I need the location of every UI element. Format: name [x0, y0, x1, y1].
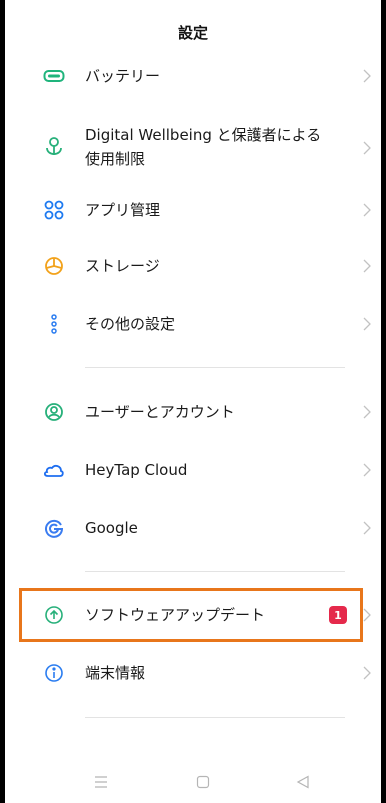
- settings-item-label: Google: [85, 519, 138, 537]
- chevron-right-icon: [361, 404, 373, 420]
- chevron-right-icon: [361, 68, 373, 84]
- section-divider: [85, 717, 345, 718]
- chevron-right-icon: [361, 665, 373, 681]
- cloud-icon: [43, 459, 65, 481]
- settings-item-label: 端末情報: [85, 664, 146, 682]
- settings-item-heytap-cloud[interactable]: HeyTap Cloud: [5, 450, 381, 490]
- app-management-icon: [43, 199, 65, 221]
- section-divider: [85, 571, 345, 572]
- settings-item-label: HeyTap Cloud: [85, 461, 188, 479]
- settings-item-google[interactable]: Google: [5, 508, 381, 548]
- battery-icon: [43, 65, 65, 87]
- settings-item-label: ストレージ: [85, 257, 160, 275]
- settings-item-label: ユーザーとアカウント: [85, 403, 235, 421]
- back-icon[interactable]: [291, 770, 315, 794]
- settings-item-battery[interactable]: バッテリー: [5, 56, 381, 96]
- info-icon: [43, 662, 65, 684]
- settings-item-app-management[interactable]: アプリ管理: [5, 190, 381, 230]
- user-accounts-icon: [43, 401, 65, 423]
- settings-item-device-info[interactable]: 端末情報: [5, 653, 381, 693]
- more-settings-icon: [43, 313, 65, 335]
- notification-badge: 1: [329, 606, 347, 624]
- settings-item-label: アプリ管理: [85, 201, 161, 219]
- menu-icon[interactable]: [89, 770, 113, 794]
- settings-item-more-settings[interactable]: その他の設定: [5, 304, 381, 344]
- storage-icon: [43, 255, 65, 277]
- settings-item-digital-wellbeing[interactable]: Digital Wellbeing と保護者による 使用制限: [5, 120, 381, 176]
- settings-item-label-line1: Digital Wellbeing と保護者による: [85, 126, 322, 144]
- chevron-right-icon: [361, 607, 373, 623]
- settings-item-label: ソフトウェアアップデート: [85, 606, 266, 624]
- chevron-right-icon: [361, 140, 373, 156]
- settings-item-label-line2: 使用制限: [85, 150, 146, 168]
- chevron-right-icon: [361, 202, 373, 218]
- settings-item-storage[interactable]: ストレージ: [5, 246, 381, 286]
- screen-frame: 設定 バッテリー Digital Wellbeing と保護者による 使用制限 …: [0, 0, 386, 803]
- settings-item-label: バッテリー: [85, 67, 161, 85]
- home-icon[interactable]: [191, 770, 215, 794]
- page-title: 設定: [177, 24, 208, 42]
- chevron-right-icon: [361, 462, 373, 478]
- chevron-right-icon: [361, 258, 373, 274]
- navigation-bar: [5, 770, 381, 794]
- settings-item-label: その他の設定: [85, 315, 176, 333]
- google-icon: [43, 517, 65, 539]
- settings-item-user-accounts[interactable]: ユーザーとアカウント: [5, 392, 381, 432]
- section-divider: [85, 367, 345, 368]
- settings-item-software-update[interactable]: ソフトウェアアップデート 1: [5, 595, 381, 635]
- chevron-right-icon: [361, 316, 373, 332]
- software-update-icon: [43, 604, 65, 626]
- wellbeing-icon: [43, 136, 65, 158]
- chevron-right-icon: [361, 520, 373, 536]
